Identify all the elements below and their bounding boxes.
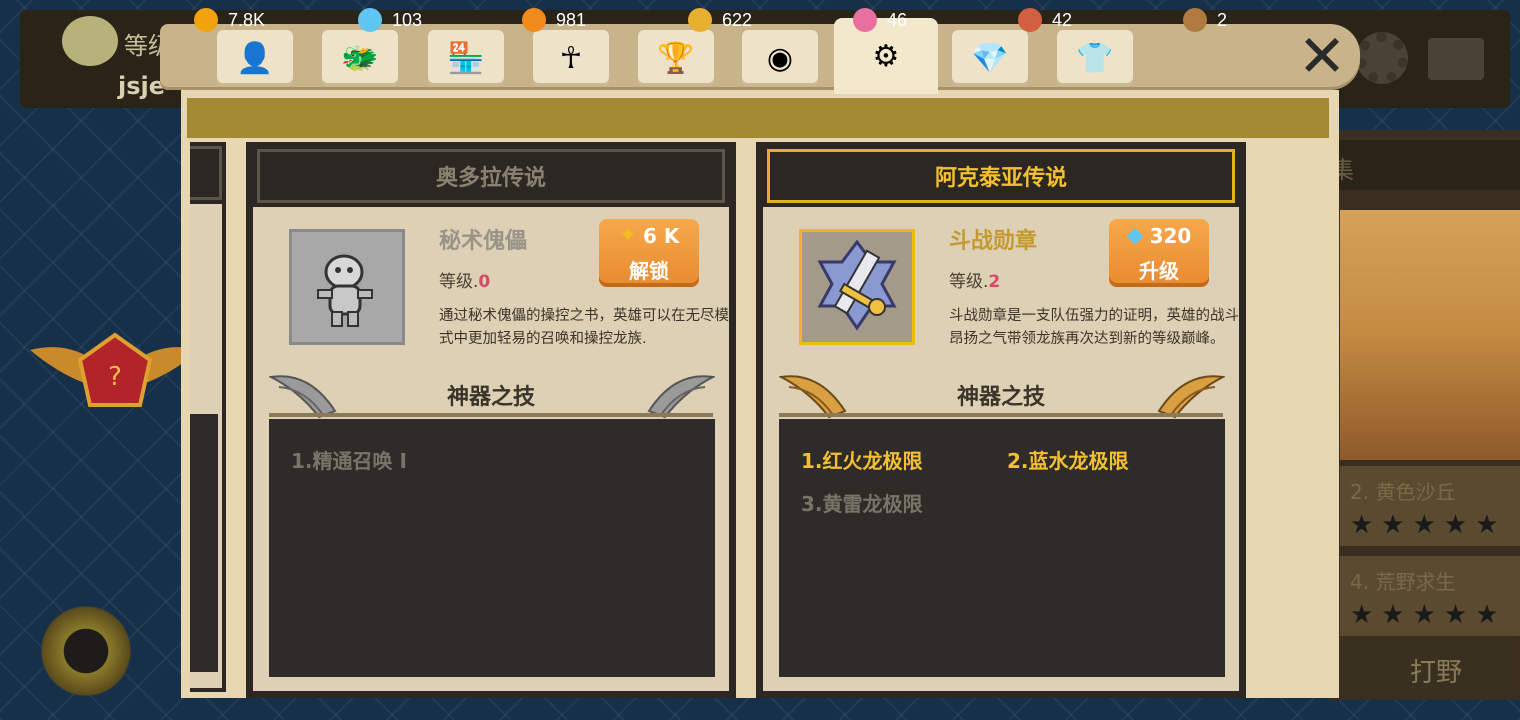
puzzle-icon: ✦ bbox=[618, 223, 638, 248]
person-icon: 👤 bbox=[236, 40, 274, 76]
resource-value: 2 bbox=[1217, 9, 1228, 30]
resource-bar bbox=[187, 98, 1329, 138]
rank-emblem-icon: ? bbox=[30, 332, 200, 407]
card-header: 奥多拉传说 bbox=[257, 149, 725, 203]
artifact-card[interactable]: 阿克泰亚传说 斗战勋章 等级.2 斗战勋章是一支队伍强力的证明，英雄的战斗昂扬之… bbox=[756, 142, 1246, 698]
item-frame bbox=[799, 229, 915, 345]
puzzle-pink-icon bbox=[853, 8, 877, 32]
player-name: jsje bbox=[118, 72, 166, 100]
artifact-icon: ⚙ bbox=[872, 38, 900, 74]
artifact-card-partial[interactable] bbox=[190, 142, 226, 692]
resource-value: 46 bbox=[887, 9, 908, 30]
skill-item: 1.红火龙极限 bbox=[801, 449, 923, 473]
tab-dragon-head[interactable]: 🐲 bbox=[322, 30, 398, 86]
item-frame bbox=[289, 229, 405, 345]
orb-icon: ◉ bbox=[766, 40, 794, 76]
artifact-card[interactable]: 奥多拉传说 秘术傀儡 等级.0 通过秘术傀儡的操控之书，英雄可以在无尽模式中更加… bbox=[246, 142, 736, 698]
item-level: 等级.2 bbox=[949, 272, 1001, 292]
diamond-icon bbox=[358, 8, 382, 32]
item-description: 通过秘术傀儡的操控之书，英雄可以在无尽模式中更加轻易的召唤和操控龙族. bbox=[439, 308, 729, 347]
resource-value: 981 bbox=[556, 9, 587, 30]
item-name: 秘术傀儡 bbox=[439, 229, 528, 254]
skill-item: 1.精通召唤 I bbox=[291, 449, 407, 473]
gold-coin-icon bbox=[194, 8, 218, 32]
skill-item: 3.黄雷龙极限 bbox=[801, 492, 923, 516]
ankh-icon: ☥ bbox=[559, 40, 583, 76]
svg-text:?: ? bbox=[108, 362, 122, 392]
tab-gem[interactable]: 💎 bbox=[952, 30, 1028, 86]
hero-badge-icon bbox=[38, 596, 134, 706]
tab-shop[interactable]: 🏪 bbox=[428, 30, 504, 86]
resource-value: 103 bbox=[392, 9, 423, 30]
card-header: 阿克泰亚传说 bbox=[767, 149, 1235, 203]
trophy-icon: 🏆 bbox=[657, 40, 695, 76]
background-side-header: 集 bbox=[1330, 140, 1520, 190]
resource-value: 622 bbox=[722, 9, 753, 30]
puzzle-gold-icon bbox=[688, 8, 712, 32]
resource-counter: 2 bbox=[1183, 8, 1227, 32]
shirt-icon: 👕 bbox=[1076, 40, 1114, 76]
tab-shirt[interactable]: 👕 bbox=[1057, 30, 1133, 86]
unlock-button[interactable]: ✦ 6 K 解锁 bbox=[599, 219, 699, 287]
resource-counter: 103 bbox=[358, 8, 422, 32]
stage-row: 2. 黄色沙丘 ★★★★★ bbox=[1340, 466, 1520, 546]
resource-value: 7.8K bbox=[228, 9, 266, 30]
gem-icon: 💎 bbox=[971, 40, 1009, 76]
player-avatar bbox=[62, 16, 118, 66]
item-name: 斗战勋章 bbox=[949, 229, 1038, 254]
item-level: 等级.0 bbox=[439, 272, 491, 292]
desert-map-image bbox=[1340, 210, 1520, 460]
resource-counter: 981 bbox=[522, 8, 586, 32]
resource-counter: 46 bbox=[853, 8, 907, 32]
skill-list: 1.红火龙极限 2.蓝水龙极限 3.黄雷龙极限 bbox=[779, 419, 1225, 677]
dragon-head-icon: 🐲 bbox=[341, 40, 379, 76]
fight-button[interactable]: 打野 bbox=[1340, 636, 1510, 696]
puppet-icon bbox=[317, 254, 373, 327]
diamond-icon: ◆ bbox=[1126, 223, 1144, 248]
item-description: 斗战勋章是一支队伍强力的证明，英雄的战斗昂扬之气带领龙族再次达到新的等级巅峰。 bbox=[949, 308, 1239, 347]
shop-icon: 🏪 bbox=[447, 40, 485, 76]
upgrade-button[interactable]: ◆ 320 升级 bbox=[1109, 219, 1209, 287]
puzzle-red-icon bbox=[1018, 8, 1042, 32]
stage-row: 4. 荒野求生 ★★★★★ bbox=[1340, 556, 1520, 636]
close-button[interactable]: ✕ bbox=[1296, 22, 1348, 90]
tab-ankh[interactable]: ☥ bbox=[533, 30, 609, 86]
mail-icon[interactable] bbox=[1428, 38, 1484, 80]
tab-person[interactable]: 👤 bbox=[217, 30, 293, 86]
skill-item: 2.蓝水龙极限 bbox=[1007, 449, 1129, 473]
pet-icon bbox=[1183, 8, 1207, 32]
tab-trophy[interactable]: 🏆 bbox=[638, 30, 714, 86]
skill-list: 1.精通召唤 I bbox=[269, 419, 715, 677]
medal-icon bbox=[817, 239, 897, 331]
resource-counter: 622 bbox=[688, 8, 752, 32]
resource-value: 42 bbox=[1052, 9, 1073, 30]
gear-icon[interactable] bbox=[1356, 32, 1408, 84]
tab-orb[interactable]: ◉ bbox=[742, 30, 818, 86]
fire-orb-icon bbox=[522, 8, 546, 32]
resource-counter: 42 bbox=[1018, 8, 1072, 32]
resource-counter: 7.8K bbox=[194, 8, 265, 32]
close-icon: ✕ bbox=[1297, 22, 1347, 90]
